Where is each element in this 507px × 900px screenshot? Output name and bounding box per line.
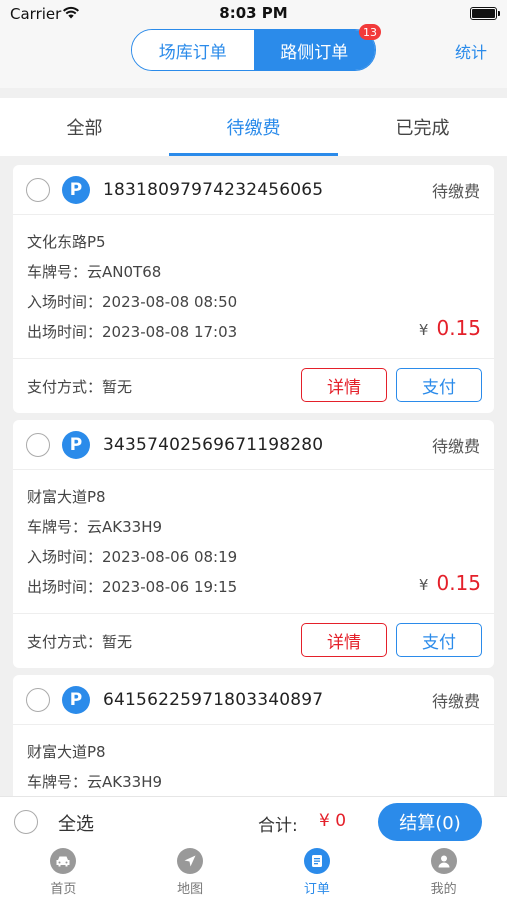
settle-button[interactable]: 结算(0) bbox=[378, 803, 482, 841]
currency-symbol: ¥ bbox=[418, 321, 429, 339]
plate-row: 车牌号：云AN0T68 bbox=[27, 257, 494, 287]
order-select-checkbox[interactable] bbox=[26, 432, 50, 457]
order-card-header: P 1831809797423245606​5 待缴费 bbox=[13, 165, 494, 215]
plate-number: 云AN0T68 bbox=[87, 263, 162, 281]
order-card-header: P 3435740256967119828​0 待缴费 bbox=[13, 420, 494, 470]
segment-garage-orders[interactable]: 场库订单 bbox=[132, 30, 254, 70]
total-value: ¥ 0 bbox=[319, 811, 347, 831]
entry-time: 2023-08-06 08:19 bbox=[102, 548, 238, 566]
pay-button[interactable]: 支付 bbox=[396, 368, 482, 402]
order-card: P 3435740256967119828​0 待缴费 财富大道P8 车牌号：云… bbox=[13, 420, 494, 668]
plate-row: 车牌号：云AK33H9 bbox=[27, 512, 494, 542]
clock: 8:03 PM bbox=[219, 4, 288, 22]
payment-method-value: 暂无 bbox=[102, 632, 133, 651]
nav-home[interactable]: 首页 bbox=[0, 848, 127, 900]
nav-label: 地图 bbox=[177, 882, 204, 897]
entry-time-label: 入场时间： bbox=[27, 293, 103, 311]
pay-button[interactable]: 支付 bbox=[396, 623, 482, 657]
tab-completed[interactable]: 已完成 bbox=[338, 98, 507, 156]
nav-profile[interactable]: 我的 bbox=[380, 848, 507, 900]
order-number: 6415622597180334089​7 bbox=[103, 689, 324, 710]
parking-location: 财富大道P8 bbox=[27, 488, 106, 506]
tab-all[interactable]: 全部 bbox=[0, 98, 169, 156]
segment-roadside-orders[interactable]: 路侧订单 13 bbox=[253, 24, 381, 70]
order-card-header: P 6415622597180334089​7 待缴费 bbox=[13, 675, 494, 725]
entry-time: 2023-08-08 08:50 bbox=[102, 293, 238, 311]
detail-button[interactable]: 详情 bbox=[301, 623, 387, 657]
order-card-body: 财富大道P8 车牌号：云AK33H9 bbox=[13, 725, 494, 796]
order-type-switch: 场库订单 路侧订单 13 bbox=[131, 24, 381, 71]
battery-icon bbox=[470, 7, 500, 20]
exit-time: 2023-08-06 19:15 bbox=[102, 578, 238, 596]
entry-time-row: 入场时间：2023-08-08 08:50 bbox=[27, 287, 494, 317]
order-number: 1831809797423245606​5 bbox=[103, 179, 324, 200]
count-badge: 13 bbox=[359, 24, 381, 40]
nav-label: 我的 bbox=[430, 882, 457, 897]
payment-method-label: 支付方式： bbox=[27, 632, 103, 651]
entry-time-row: 入场时间：2023-08-06 08:19 bbox=[27, 542, 494, 572]
order-card: P 6415622597180334089​7 待缴费 财富大道P8 车牌号：云… bbox=[13, 675, 494, 796]
order-status: 待缴费 bbox=[431, 181, 480, 201]
user-icon bbox=[430, 848, 457, 874]
parking-icon: P bbox=[62, 175, 90, 204]
top-nav: 场库订单 路侧订单 13 统计 bbox=[0, 24, 507, 88]
payment-method-value: 暂无 bbox=[102, 377, 133, 396]
amount-value: 0.15 bbox=[436, 571, 481, 595]
order-card-body: 财富大道P8 车牌号：云AK33H9 入场时间：2023-08-06 08:19… bbox=[13, 470, 494, 614]
nav-orders[interactable]: 订单 bbox=[254, 848, 381, 900]
payment-method: 支付方式：暂无 bbox=[27, 631, 132, 652]
order-amount: ¥0.15 bbox=[419, 571, 481, 595]
order-number: 3435740256967119828​0 bbox=[103, 434, 324, 455]
parking-icon: P bbox=[62, 685, 90, 714]
order-card-footer: 支付方式：暂无 详情 支付 bbox=[13, 359, 494, 413]
status-bar: Carrier 8:03 PM bbox=[0, 0, 507, 26]
exit-time-label: 出场时间： bbox=[27, 578, 103, 596]
order-select-checkbox[interactable] bbox=[26, 687, 50, 712]
order-card: P 1831809797423245606​5 待缴费 文化东路P5 车牌号：云… bbox=[13, 165, 494, 413]
plate-row: 车牌号：云AK33H9 bbox=[27, 767, 494, 796]
nav-label: 首页 bbox=[50, 882, 77, 897]
status-tabs: 全部 待缴费 已完成 bbox=[0, 98, 507, 156]
payment-method: 支付方式：暂无 bbox=[27, 376, 132, 397]
stats-button[interactable]: 统计 bbox=[455, 39, 487, 63]
payment-method-label: 支付方式： bbox=[27, 377, 103, 396]
select-all-label[interactable]: 全选 bbox=[58, 810, 94, 836]
parking-icon: P bbox=[62, 430, 90, 459]
parking-location: 财富大道P8 bbox=[27, 743, 106, 761]
tab-pending[interactable]: 待缴费 bbox=[169, 98, 338, 156]
plate-label: 车牌号： bbox=[27, 773, 88, 791]
select-all-checkbox[interactable] bbox=[14, 810, 38, 834]
plate-number: 云AK33H9 bbox=[87, 518, 163, 536]
total-label: 合计: bbox=[258, 816, 298, 836]
order-card-body: 文化东路P5 车牌号：云AN0T68 入场时间：2023-08-08 08:50… bbox=[13, 215, 494, 359]
segment-label: 路侧订单 bbox=[280, 42, 349, 63]
order-status: 待缴费 bbox=[431, 436, 480, 456]
detail-button[interactable]: 详情 bbox=[301, 368, 387, 402]
car-icon bbox=[50, 848, 77, 874]
plate-number: 云AK33H9 bbox=[87, 773, 163, 791]
plate-label: 车牌号： bbox=[27, 263, 88, 281]
exit-time: 2023-08-08 17:03 bbox=[102, 323, 238, 341]
plate-label: 车牌号： bbox=[27, 518, 88, 536]
segment-label: 场库订单 bbox=[158, 42, 227, 63]
amount-value: 0.15 bbox=[436, 316, 481, 340]
exit-time-label: 出场时间： bbox=[27, 323, 103, 341]
order-card-footer: 支付方式：暂无 详情 支付 bbox=[13, 614, 494, 668]
entry-time-label: 入场时间： bbox=[27, 548, 103, 566]
order-list[interactable]: P 1831809797423245606​5 待缴费 文化东路P5 车牌号：云… bbox=[0, 156, 507, 796]
nav-map[interactable]: 地图 bbox=[127, 848, 254, 900]
nav-label: 订单 bbox=[303, 882, 330, 897]
order-amount: ¥0.15 bbox=[419, 316, 481, 340]
checkout-bar: 全选 合计: ¥ 0 结算(0) bbox=[0, 796, 507, 848]
bottom-nav: 首页 地图 订单 我的 bbox=[0, 848, 507, 900]
order-icon bbox=[303, 848, 330, 874]
order-select-checkbox[interactable] bbox=[26, 177, 50, 202]
order-status: 待缴费 bbox=[431, 691, 480, 711]
parking-location: 文化东路P5 bbox=[27, 233, 106, 251]
compass-icon bbox=[177, 848, 204, 874]
currency-symbol: ¥ bbox=[418, 576, 429, 594]
